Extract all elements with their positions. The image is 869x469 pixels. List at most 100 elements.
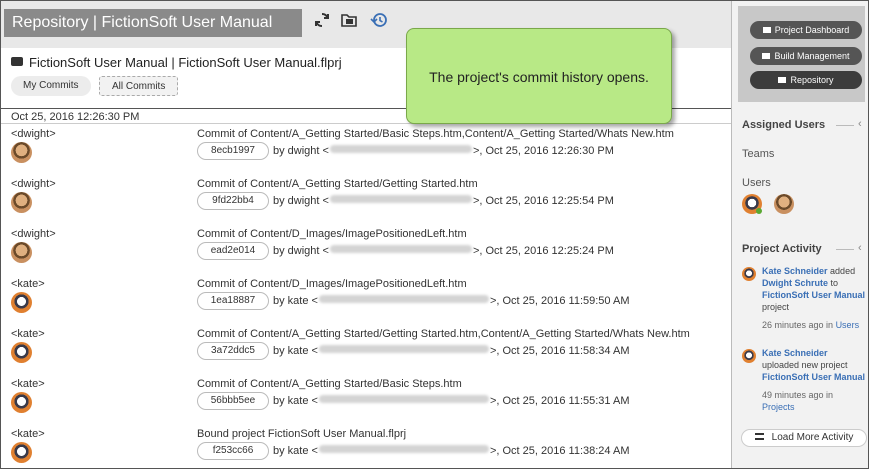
sync-icon[interactable]: [311, 11, 333, 33]
activity-time: 26 minutes ago in: [762, 320, 834, 330]
activity-text: added: [830, 266, 856, 276]
activity-text: to: [830, 278, 839, 288]
activity-text: uploaded new project: [762, 360, 848, 370]
activity-where-link[interactable]: Projects: [762, 402, 795, 412]
commit-author-line: by kate < >, Oct 25, 2016 11:58:34 AM: [273, 345, 629, 357]
commit-user: <kate>: [11, 278, 45, 290]
commit-user: <kate>: [11, 428, 45, 440]
commit-author-line: by kate < >, Oct 25, 2016 11:59:50 AM: [273, 295, 629, 307]
avatar[interactable]: [774, 194, 794, 214]
button-label: Load More Activity: [771, 432, 854, 443]
load-more-activity-button[interactable]: Load More Activity: [741, 429, 867, 447]
chevron-left-icon[interactable]: ‹: [858, 118, 862, 130]
commit-row: <dwight> Commit of Content/A_Getting Sta…: [1, 178, 731, 228]
teams-label: Teams: [742, 148, 775, 160]
list-icon: [754, 433, 764, 440]
activity-actor-link[interactable]: Kate Schneider: [762, 348, 828, 358]
folder-icon[interactable]: [338, 11, 360, 33]
button-label: Repository: [790, 75, 834, 85]
avatar: [742, 349, 756, 363]
redacted-email: [318, 445, 489, 453]
repository-icon: [778, 77, 787, 83]
commit-author: by kate <: [273, 295, 318, 307]
avatar: [11, 442, 32, 463]
chevron-left-icon[interactable]: ‹: [858, 242, 862, 254]
commit-date: >, Oct 25, 2016 11:38:24 AM: [489, 445, 630, 457]
activity-target-link[interactable]: Dwight Schrute: [762, 278, 828, 288]
commit-hash-button[interactable]: f253cc66: [197, 442, 269, 460]
commit-hash-button[interactable]: 3a72ddc5: [197, 342, 269, 360]
assigned-users-title: Assigned Users: [742, 119, 826, 131]
project-icon: [11, 57, 23, 66]
divider: [836, 125, 854, 126]
commit-message: Commit of Content/A_Getting Started/Basi…: [197, 128, 674, 140]
activity-time: 49 minutes ago in: [762, 390, 834, 400]
redacted-email: [329, 195, 472, 203]
build-management-button[interactable]: Build Management: [750, 47, 862, 65]
redacted-email: [318, 295, 489, 303]
avatar: [11, 192, 32, 213]
commit-message: Commit of Content/A_Getting Started/Gett…: [197, 178, 478, 190]
commit-hash-button[interactable]: 56bbb5ee: [197, 392, 269, 410]
commit-date: >, Oct 25, 2016 12:25:24 PM: [472, 245, 614, 257]
activity-item: Kate Schneider uploaded new project Fict…: [762, 347, 868, 413]
commit-author-line: by dwight < >, Oct 25, 2016 12:25:54 PM: [273, 195, 614, 207]
commit-hash-button[interactable]: 8ecb1997: [197, 142, 269, 160]
sidebar-nav-panel: Project Dashboard Build Management Repos…: [738, 6, 865, 102]
button-label: Build Management: [774, 51, 850, 61]
users-label: Users: [742, 177, 771, 189]
commit-hash-button[interactable]: ead2e014: [197, 242, 269, 260]
redacted-email: [318, 345, 489, 353]
redacted-email: [318, 395, 489, 403]
tab-my-commits[interactable]: My Commits: [11, 76, 91, 96]
commit-message: Bound project FictionSoft User Manual.fl…: [197, 428, 407, 440]
commit-message: Commit of Content/D_Images/ImagePosition…: [197, 278, 467, 290]
commit-author: by dwight <: [273, 245, 329, 257]
date-group-header: Oct 25, 2016 12:26:30 PM: [11, 111, 140, 123]
commit-hash-button[interactable]: 9fd22bb4: [197, 192, 269, 210]
commit-author: by dwight <: [273, 195, 329, 207]
commit-author-line: by dwight < >, Oct 25, 2016 12:25:24 PM: [273, 245, 614, 257]
commit-user: <dwight>: [11, 228, 56, 240]
activity-where-link[interactable]: Users: [836, 320, 860, 330]
project-dashboard-button[interactable]: Project Dashboard: [750, 21, 862, 39]
activity-project-link[interactable]: FictionSoft User Manual: [762, 372, 865, 382]
project-path: FictionSoft User Manual | FictionSoft Us…: [11, 55, 342, 70]
commit-message: Commit of Content/A_Getting Started/Basi…: [197, 378, 462, 390]
commit-author: by kate <: [273, 395, 318, 407]
commit-message: Commit of Content/A_Getting Started/Gett…: [197, 328, 690, 340]
app-window: Repository | FictionSoft User Manual Fic…: [0, 0, 869, 469]
commit-row: <kate> Commit of Content/A_Getting Start…: [1, 328, 731, 378]
redacted-email: [329, 245, 472, 253]
commit-user: <kate>: [11, 378, 45, 390]
commit-row: <dwight> Commit of Content/A_Getting Sta…: [1, 128, 731, 178]
online-status-icon: [756, 208, 762, 214]
commit-author: by kate <: [273, 445, 318, 457]
commit-row: <dwight> Commit of Content/D_Images/Imag…: [1, 228, 731, 278]
commit-author-line: by dwight < >, Oct 25, 2016 12:26:30 PM: [273, 145, 614, 157]
avatar: [11, 242, 32, 263]
avatar: [742, 267, 756, 281]
activity-actor-link[interactable]: Kate Schneider: [762, 266, 828, 276]
activity-project-link[interactable]: FictionSoft User Manual: [762, 290, 865, 300]
activity-item: Kate Schneider added Dwight Schrute to F…: [762, 265, 868, 331]
history-icon[interactable]: [368, 11, 390, 33]
divider: [836, 249, 854, 250]
avatar: [11, 342, 32, 363]
commit-message: Commit of Content/D_Images/ImagePosition…: [197, 228, 467, 240]
commit-row: <kate> Commit of Content/A_Getting Start…: [1, 378, 731, 428]
tab-all-commits[interactable]: All Commits: [99, 76, 179, 96]
activity-text: project: [762, 302, 790, 312]
commit-hash-button[interactable]: 1ea18887: [197, 292, 269, 310]
commit-author: by dwight <: [273, 145, 329, 157]
button-label: Project Dashboard: [774, 25, 850, 35]
commit-user: <kate>: [11, 328, 45, 340]
commit-author: by kate <: [273, 345, 318, 357]
commit-author-line: by kate < >, Oct 25, 2016 11:55:31 AM: [273, 395, 629, 407]
avatar: [11, 392, 32, 413]
dashboard-icon: [762, 27, 771, 33]
build-icon: [762, 53, 771, 59]
repository-button[interactable]: Repository: [750, 71, 862, 89]
commit-author-line: by kate < >, Oct 25, 2016 11:38:24 AM: [273, 445, 629, 457]
right-sidebar: Project Dashboard Build Management Repos…: [731, 1, 868, 468]
